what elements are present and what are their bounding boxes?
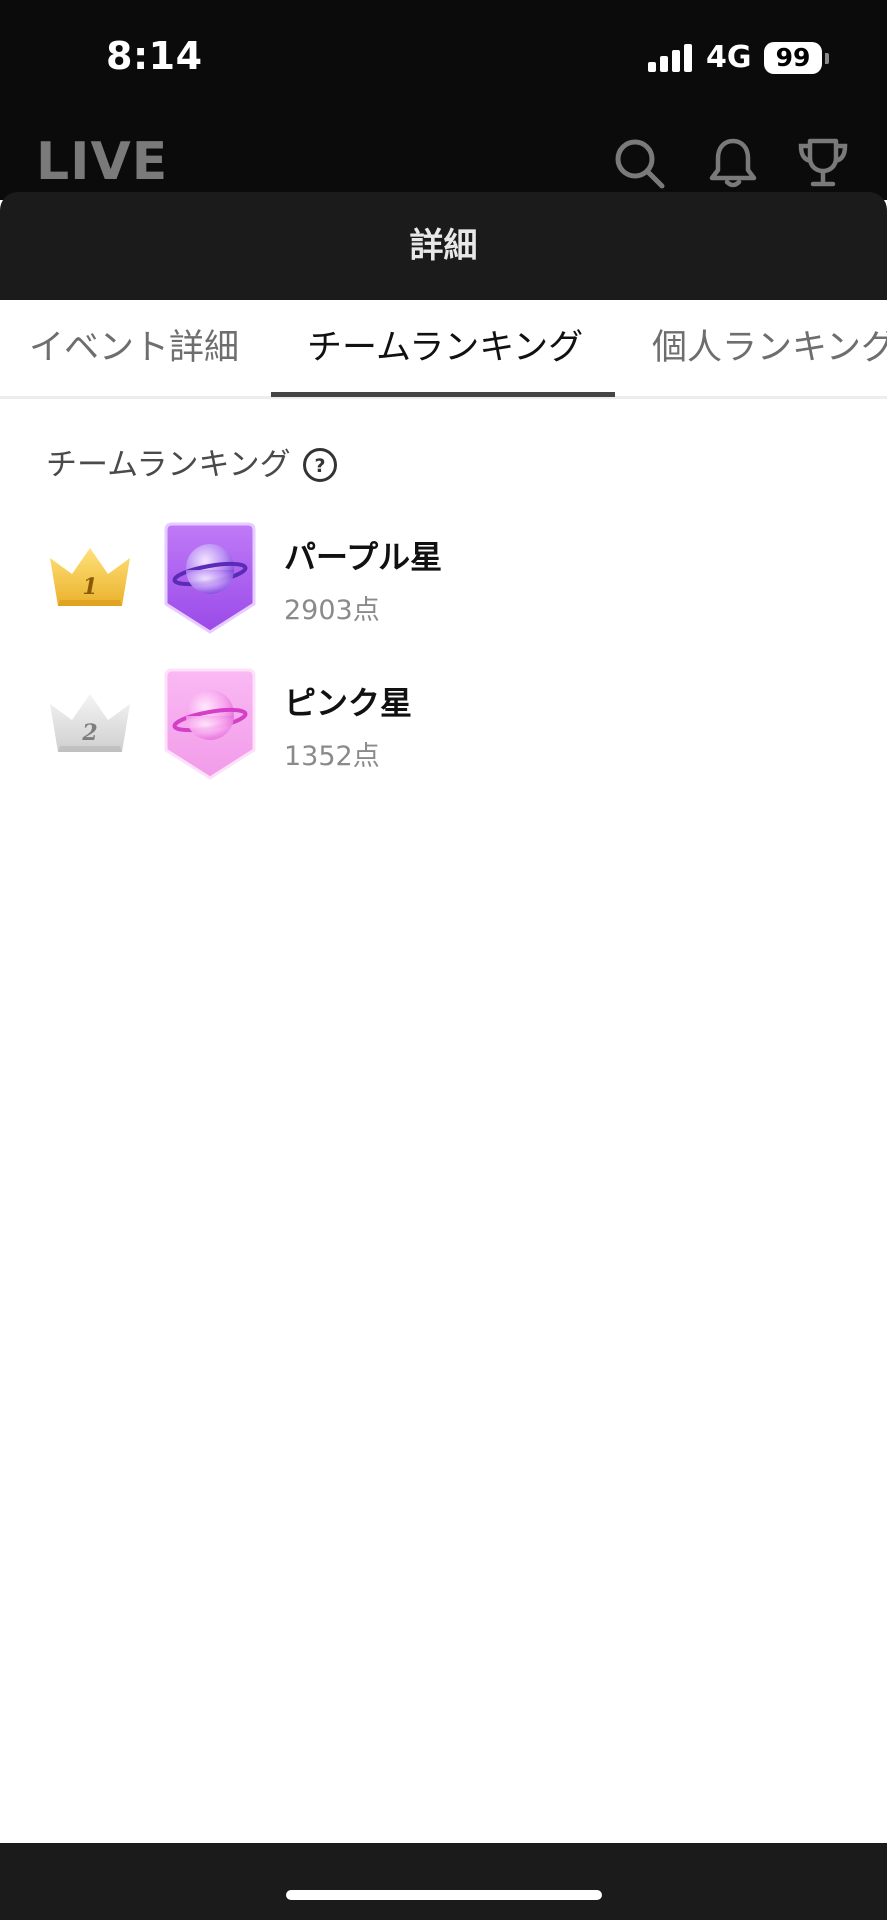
tab-team-ranking[interactable]: チームランキング: [307, 300, 583, 396]
question-circle-icon[interactable]: ?: [302, 447, 338, 483]
sheet-title: 詳細: [409, 226, 478, 266]
team-name: ピンク星: [284, 684, 413, 722]
bell-icon[interactable]: [706, 136, 760, 190]
ranking-row[interactable]: 2 ピンク星 1352点: [0, 668, 887, 788]
gold-crown-icon: 1: [50, 548, 130, 606]
status-time: 8:14: [106, 34, 203, 78]
home-indicator[interactable]: [286, 1890, 602, 1900]
network-type: 4G: [706, 40, 752, 75]
team-name: パープル星: [284, 538, 443, 576]
bottom-bar: [0, 1843, 887, 1920]
battery-level: 99: [775, 43, 811, 72]
tab-individual-ranking[interactable]: 個人ランキング: [652, 300, 887, 396]
team-score: 1352点: [284, 741, 380, 772]
silver-crown-icon: 2: [50, 694, 130, 752]
section-title: チームランキング: [46, 447, 291, 483]
sheet-header: 詳細: [0, 192, 887, 300]
app-title: LIVE: [36, 132, 169, 192]
trophy-icon[interactable]: [796, 136, 850, 190]
rank-number: 1: [82, 574, 97, 600]
team-badge-purple: [164, 522, 256, 634]
signal-icon: [648, 44, 694, 72]
tab-bar: イベント詳細 チームランキング 個人ランキング: [0, 300, 887, 399]
rank-number: 2: [81, 720, 97, 746]
team-score: 2903点: [284, 595, 380, 626]
battery-tip: [825, 53, 829, 64]
active-tab-indicator: [271, 392, 615, 397]
svg-text:?: ?: [314, 455, 325, 477]
screen: 8:14 4G 99 LIVE 詳細 イベント詳細 チームランキング 個人ランキ…: [0, 0, 887, 1920]
team-badge-pink: [164, 668, 256, 780]
tab-event-details[interactable]: イベント詳細: [29, 300, 239, 396]
search-icon[interactable]: [612, 136, 666, 190]
battery-icon: 99: [764, 42, 822, 74]
ranking-row[interactable]: 1 パープル星 2903点: [0, 522, 887, 642]
